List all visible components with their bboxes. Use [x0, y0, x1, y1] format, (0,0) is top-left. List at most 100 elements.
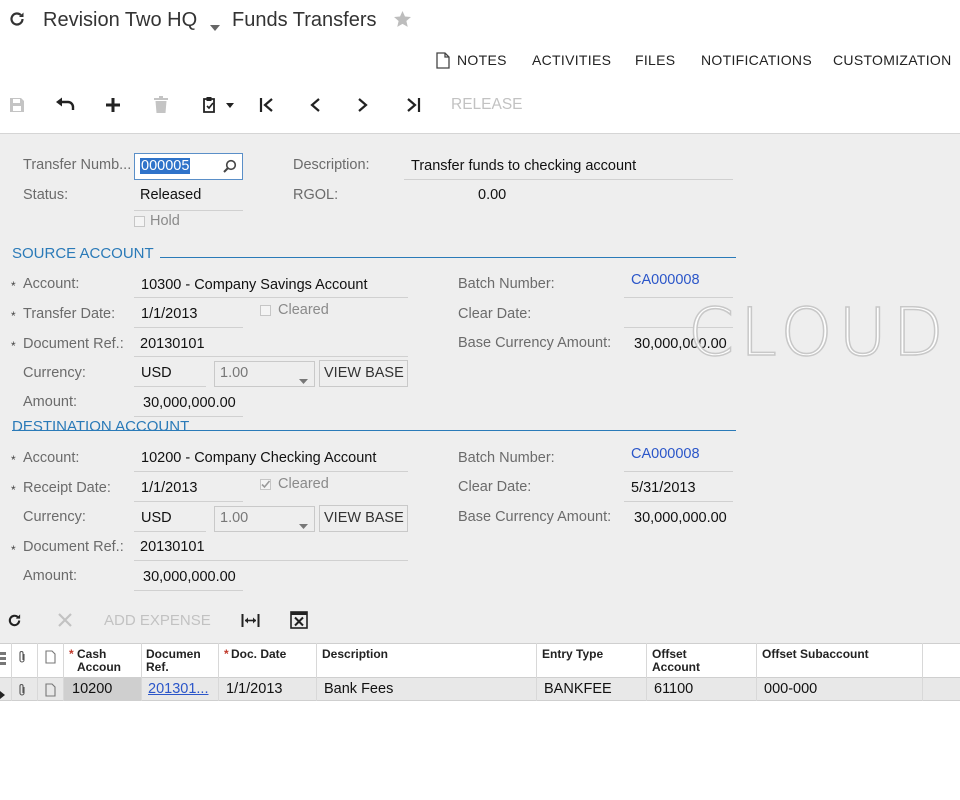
destination-account-label: Account:	[23, 450, 80, 466]
row-note-icon[interactable]	[45, 683, 56, 702]
destination-clear-date-label: Clear Date:	[458, 479, 532, 495]
search-icon[interactable]	[223, 159, 237, 178]
form-area: Transfer Numb... 000005 Status: Released…	[0, 133, 960, 643]
source-batch-number-link[interactable]: CA000008	[631, 272, 700, 288]
cell-offset-account[interactable]: 61100	[654, 681, 693, 697]
grid-delete-icon[interactable]	[57, 612, 73, 633]
cell-description[interactable]: Bank Fees	[324, 681, 393, 697]
transfer-number-label: Transfer Numb...	[23, 157, 132, 173]
destination-account-field[interactable]: 10200 - Company Checking Account	[141, 450, 376, 466]
col-offset-account[interactable]: Offset Account	[652, 648, 712, 674]
transfer-date-field[interactable]: 1/1/2013	[141, 306, 197, 322]
prev-icon[interactable]	[303, 93, 327, 117]
receipt-date-field[interactable]: 1/1/2013	[141, 480, 197, 496]
save-icon[interactable]	[5, 93, 29, 117]
source-amount-label: Amount:	[23, 394, 77, 410]
col-doc-date[interactable]: Doc. Date	[231, 648, 286, 661]
next-icon[interactable]	[351, 93, 375, 117]
destination-batch-number-label: Batch Number:	[458, 450, 555, 466]
col-description[interactable]: Description	[322, 648, 388, 661]
expense-grid: * Cash Accoun Documen Ref. * Doc. Date D…	[0, 643, 960, 800]
release-button[interactable]: RELEASE	[451, 96, 523, 114]
notes-icon[interactable]	[436, 52, 450, 74]
destination-document-ref-label: Document Ref.:	[23, 539, 124, 555]
destination-amount-label: Amount:	[23, 568, 77, 584]
source-document-ref-field[interactable]: 20130101	[140, 336, 205, 352]
page-title: Funds Transfers	[232, 9, 377, 31]
source-cleared-checkbox[interactable]	[260, 305, 271, 316]
cell-document-ref[interactable]: 201301...	[148, 681, 208, 697]
source-currency-label: Currency:	[23, 365, 86, 381]
activities-button[interactable]: ACTIVITIES	[532, 52, 611, 68]
delete-icon[interactable]	[149, 93, 173, 117]
notifications-button[interactable]: NOTIFICATIONS	[701, 52, 812, 68]
destination-document-ref-field[interactable]: 20130101	[140, 539, 205, 555]
transfer-date-label: Transfer Date:	[23, 306, 116, 322]
cell-offset-subaccount[interactable]: 000-000	[764, 681, 817, 697]
destination-currency-field[interactable]: USD	[141, 510, 172, 526]
last-icon[interactable]	[401, 93, 425, 117]
export-excel-icon[interactable]	[290, 611, 308, 634]
current-row-icon	[0, 686, 5, 704]
fit-columns-icon[interactable]	[241, 613, 260, 633]
refresh-icon[interactable]	[8, 10, 26, 28]
source-amount-field[interactable]: 30,000,000.00	[143, 395, 236, 411]
col-offset-subaccount[interactable]: Offset Subaccount	[762, 648, 869, 661]
source-account-heading: SOURCE ACCOUNT	[12, 245, 154, 262]
destination-cleared-checkbox[interactable]	[260, 479, 271, 490]
hold-checkbox[interactable]	[134, 216, 145, 227]
destination-clear-date-field[interactable]: 5/31/2013	[631, 480, 696, 496]
chevron-down-icon[interactable]	[210, 18, 220, 36]
notes-button[interactable]: NOTES	[457, 52, 507, 68]
rgol-label: RGOL:	[293, 187, 339, 203]
clipboard-icon[interactable]	[199, 93, 237, 117]
destination-batch-number-link[interactable]: CA000008	[631, 446, 700, 462]
transfer-number-value: 000005	[140, 158, 191, 174]
col-document-ref[interactable]: Documen Ref.	[146, 648, 206, 674]
note-icon	[45, 650, 56, 669]
hold-label: Hold	[150, 213, 180, 229]
files-button[interactable]: FILES	[635, 52, 675, 68]
source-account-field[interactable]: 10300 - Company Savings Account	[141, 277, 368, 293]
cell-entry-type[interactable]: BANKFEE	[544, 681, 612, 697]
add-expense-button[interactable]: ADD EXPENSE	[104, 612, 211, 629]
source-cleared-label: Cleared	[278, 302, 329, 318]
source-currency-field[interactable]: USD	[141, 365, 172, 381]
first-icon[interactable]	[255, 93, 279, 117]
attachment-icon	[17, 650, 27, 669]
destination-currency-label: Currency:	[23, 509, 86, 525]
destination-base-currency-amount-label: Base Currency Amount:	[458, 509, 612, 525]
top-bar: Revision Two HQ Funds Transfers NOTES AC…	[0, 0, 960, 132]
chevron-down-icon	[299, 372, 308, 388]
destination-amount-field[interactable]: 30,000,000.00	[143, 569, 236, 585]
source-rate-dropdown[interactable]: 1.00	[214, 361, 315, 387]
row-attachment-icon[interactable]	[17, 683, 27, 702]
status-label: Status:	[23, 187, 69, 203]
grid-refresh-icon[interactable]	[7, 613, 22, 633]
source-view-base-button[interactable]: VIEW BASE	[319, 360, 408, 387]
source-base-currency-amount-label: Base Currency Amount:	[458, 335, 612, 351]
destination-cleared-label: Cleared	[278, 476, 329, 492]
cloud-watermark: CLOUD	[687, 293, 950, 372]
customization-button[interactable]: CUSTOMIZATION	[833, 52, 952, 68]
destination-rate-dropdown[interactable]: 1.00	[214, 506, 315, 532]
destination-rate-value: 1.00	[220, 510, 249, 526]
status-value: Released	[140, 187, 202, 203]
destination-view-base-button[interactable]: VIEW BASE	[319, 505, 408, 532]
transfer-number-input[interactable]: 000005	[134, 153, 243, 180]
company-name[interactable]: Revision Two HQ	[43, 9, 197, 32]
source-batch-number-label: Batch Number:	[458, 276, 555, 292]
receipt-date-label: Receipt Date:	[23, 480, 111, 496]
star-icon[interactable]	[393, 10, 412, 34]
cell-cash-account[interactable]: 10200	[72, 681, 112, 697]
destination-account-heading: DESTINATION ACCOUNT	[12, 418, 190, 435]
source-document-ref-label: Document Ref.:	[23, 336, 124, 352]
source-account-label: Account:	[23, 276, 80, 292]
add-icon[interactable]	[101, 93, 125, 117]
cell-doc-date[interactable]: 1/1/2013	[226, 681, 282, 697]
grid-row-selector-icon	[0, 651, 6, 672]
col-entry-type[interactable]: Entry Type	[542, 648, 603, 661]
undo-icon[interactable]	[53, 93, 77, 117]
description-field[interactable]: Transfer funds to checking account	[411, 158, 636, 174]
col-cash-account[interactable]: Cash Accoun	[77, 648, 123, 674]
